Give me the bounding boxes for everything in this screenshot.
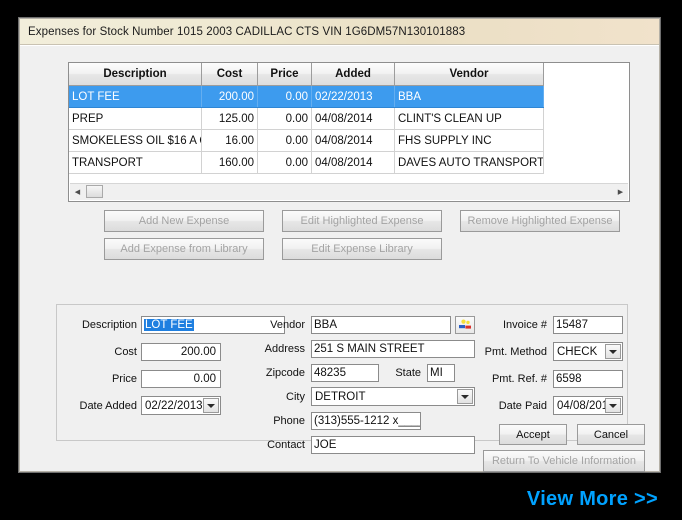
- expense-actions: Add New Expense Edit Highlighted Expense…: [20, 206, 659, 266]
- cell-description: LOT FEE: [69, 85, 202, 108]
- phone-label: Phone: [273, 415, 305, 427]
- cell-added: 04/08/2014: [311, 151, 395, 174]
- pmt-method-dropdown[interactable]: CHECK: [553, 342, 623, 361]
- cell-added: 04/08/2014: [311, 107, 395, 130]
- cell-vendor: CLINT'S CLEAN UP: [394, 107, 544, 130]
- cell-added: 04/08/2014: [311, 129, 395, 152]
- state-field[interactable]: MI: [427, 364, 455, 382]
- cell-price: 0.00: [257, 151, 312, 174]
- table-row[interactable]: SMOKELESS OIL $16 A QUA 16.00 0.00 04/08…: [69, 129, 544, 152]
- table-row[interactable]: LOT FEE 200.00 0.00 02/22/2013 BBA: [69, 85, 544, 108]
- cell-cost: 200.00: [201, 85, 258, 108]
- contacts-icon: [459, 319, 471, 329]
- scroll-left-arrow-icon[interactable]: ◀: [70, 184, 85, 200]
- cancel-button[interactable]: Cancel: [577, 424, 645, 445]
- cell-price: 0.00: [257, 107, 312, 130]
- city-label: City: [286, 391, 305, 403]
- expenses-window: Expenses for Stock Number 1015 2003 CADI…: [19, 18, 660, 472]
- cell-price: 0.00: [257, 85, 312, 108]
- date-added-label: Date Added: [79, 400, 138, 412]
- price-field[interactable]: 0.00: [141, 370, 221, 388]
- edit-expense-library-button[interactable]: Edit Expense Library: [282, 238, 442, 260]
- contact-field[interactable]: JOE: [311, 436, 475, 454]
- return-to-vehicle-information-button[interactable]: Return To Vehicle Information: [483, 450, 645, 472]
- scroll-right-arrow-icon[interactable]: ▶: [613, 184, 628, 200]
- cost-field[interactable]: 200.00: [141, 343, 221, 361]
- remove-highlighted-expense-button[interactable]: Remove Highlighted Expense: [460, 210, 620, 232]
- vendor-field[interactable]: BBA: [311, 316, 451, 334]
- description-value: LOT FEE: [144, 319, 194, 331]
- address-field[interactable]: 251 S MAIN STREET: [311, 340, 475, 358]
- zipcode-label: Zipcode: [265, 367, 305, 379]
- accept-button[interactable]: Accept: [499, 424, 567, 445]
- pmt-ref-label: Pmt. Ref. #: [491, 373, 547, 385]
- date-added-value: 02/22/2013: [145, 399, 203, 412]
- cost-label: Cost: [114, 346, 137, 358]
- grid-horizontal-scrollbar[interactable]: ◀ ▶: [70, 183, 628, 200]
- window-titlebar: Expenses for Stock Number 1015 2003 CADI…: [20, 19, 659, 45]
- pmt-method-value: CHECK: [557, 345, 598, 358]
- table-header-row: Description Cost Price Added Vendor: [69, 63, 544, 86]
- date-paid-dropdown[interactable]: 04/08/2014: [553, 396, 623, 415]
- view-more-link[interactable]: View More >>: [0, 488, 682, 511]
- add-new-expense-button[interactable]: Add New Expense: [104, 210, 264, 232]
- column-header-description[interactable]: Description: [69, 63, 202, 86]
- phone-field[interactable]: (313)555-1212 x____: [311, 412, 421, 430]
- cell-cost: 125.00: [201, 107, 258, 130]
- add-expense-from-library-button[interactable]: Add Expense from Library: [104, 238, 264, 260]
- vendor-label: Vendor: [270, 319, 305, 331]
- state-label: State: [395, 367, 421, 379]
- cell-vendor: BBA: [394, 85, 544, 108]
- cell-description: PREP: [69, 107, 202, 130]
- city-value: DETROIT: [315, 390, 366, 403]
- zipcode-field[interactable]: 48235: [311, 364, 379, 382]
- chevron-down-icon[interactable]: [605, 398, 621, 413]
- cell-vendor: DAVES AUTO TRANSPORT: [394, 151, 544, 174]
- edit-highlighted-expense-button[interactable]: Edit Highlighted Expense: [282, 210, 442, 232]
- price-label: Price: [111, 373, 137, 385]
- pmt-ref-field[interactable]: 6598: [553, 370, 623, 388]
- city-dropdown[interactable]: DETROIT: [311, 387, 475, 406]
- cell-description: SMOKELESS OIL $16 A QUA: [69, 129, 202, 152]
- table-row[interactable]: TRANSPORT 160.00 0.00 04/08/2014 DAVES A…: [69, 151, 544, 174]
- column-header-cost[interactable]: Cost: [201, 63, 258, 86]
- cell-price: 0.00: [257, 129, 312, 152]
- invoice-field[interactable]: 15487: [553, 316, 623, 334]
- pmt-method-label: Pmt. Method: [484, 346, 547, 358]
- cell-description: TRANSPORT: [69, 151, 202, 174]
- chevron-down-icon[interactable]: [203, 398, 219, 413]
- column-header-vendor[interactable]: Vendor: [394, 63, 544, 86]
- description-label: Description: [81, 319, 137, 331]
- scrollbar-track[interactable]: [85, 184, 613, 200]
- contact-label: Contact: [267, 439, 305, 451]
- date-paid-label: Date Paid: [498, 400, 547, 412]
- vendor-lookup-icon[interactable]: [455, 316, 475, 334]
- cell-vendor: FHS SUPPLY INC: [394, 129, 544, 152]
- window-title: Expenses for Stock Number 1015 2003 CADI…: [28, 25, 466, 38]
- expense-detail-form: Description LOT FEE Cost 200.00 Price 0.…: [56, 304, 645, 454]
- screen: Expenses for Stock Number 1015 2003 CADI…: [0, 0, 682, 520]
- address-label: Address: [264, 343, 305, 355]
- cell-cost: 160.00: [201, 151, 258, 174]
- expenses-table: Description Cost Price Added Vendor LOT …: [69, 63, 544, 174]
- invoice-label: Invoice #: [502, 319, 547, 331]
- window-client-area: Description Cost Price Added Vendor LOT …: [20, 45, 659, 472]
- column-header-price[interactable]: Price: [257, 63, 312, 86]
- cell-added: 02/22/2013: [311, 85, 395, 108]
- expenses-grid[interactable]: Description Cost Price Added Vendor LOT …: [68, 62, 630, 202]
- column-header-added[interactable]: Added: [311, 63, 395, 86]
- date-added-dropdown[interactable]: 02/22/2013: [141, 396, 221, 415]
- table-row[interactable]: PREP 125.00 0.00 04/08/2014 CLINT'S CLEA…: [69, 107, 544, 130]
- scrollbar-thumb[interactable]: [86, 185, 103, 198]
- cell-cost: 16.00: [201, 129, 258, 152]
- chevron-down-icon[interactable]: [605, 344, 621, 359]
